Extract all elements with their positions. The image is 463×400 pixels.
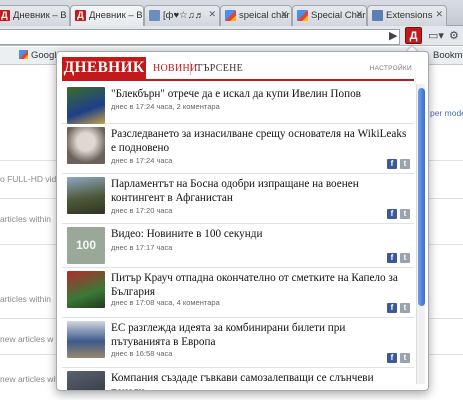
news-meta: днес в 16:58 часа bbox=[111, 349, 173, 358]
google-favicon-icon bbox=[19, 50, 28, 59]
dnevnik-favicon-icon: Д bbox=[75, 10, 86, 21]
dnevnik-favicon-icon: Д bbox=[0, 10, 10, 21]
news-thumbnail[interactable] bbox=[67, 371, 105, 390]
settings-link[interactable]: НАСТРОЙКИ bbox=[370, 65, 412, 72]
news-thumbnail[interactable] bbox=[67, 127, 105, 164]
tab-2[interactable]: [ф♥☆♫♬ ✕ bbox=[144, 5, 220, 26]
tab-search[interactable]: ТЪРСЕНЕ bbox=[196, 63, 243, 74]
tab-label: Extensions bbox=[386, 10, 433, 21]
twitter-icon[interactable]: t bbox=[400, 209, 410, 219]
news-item[interactable]: Разследването за изнасилване срещу основ… bbox=[62, 124, 414, 174]
background-text: new articles with bbox=[0, 374, 63, 384]
news-title[interactable]: Видео: Новините в 100 секунди bbox=[111, 227, 407, 241]
news-title[interactable]: ЕС разглежда идеята за комбинирани билет… bbox=[111, 321, 407, 349]
news-thumbnail[interactable]: 100 bbox=[67, 227, 105, 264]
close-icon[interactable]: ✕ bbox=[208, 9, 216, 20]
share-buttons: f t bbox=[387, 353, 411, 363]
twitter-icon[interactable]: t bbox=[400, 353, 410, 363]
tab-0[interactable]: Д Дневник – В bbox=[0, 5, 70, 26]
google-favicon-icon bbox=[225, 10, 236, 21]
address-bar[interactable] bbox=[0, 29, 400, 45]
extensions-favicon-icon bbox=[372, 10, 383, 21]
popup-scrollbar[interactable] bbox=[416, 84, 425, 384]
facebook-icon[interactable]: f bbox=[387, 353, 397, 363]
news-thumbnail[interactable] bbox=[67, 87, 105, 124]
nav-divider bbox=[190, 62, 191, 75]
news-item[interactable]: Питър Крауч отпадна окончателно от сметк… bbox=[62, 268, 414, 318]
page-favicon-icon bbox=[149, 10, 160, 21]
share-buttons: f t bbox=[387, 159, 411, 169]
news-thumbnail[interactable] bbox=[67, 177, 105, 214]
share-buttons: f t bbox=[387, 253, 411, 263]
google-favicon-icon bbox=[297, 10, 308, 21]
popup-header: ДНЕВНИК НОВИНИ ТЪРСЕНЕ НАСТРОЙКИ bbox=[62, 57, 414, 81]
close-icon[interactable]: ✕ bbox=[280, 9, 288, 20]
tab-5[interactable]: Extensions ✕ bbox=[367, 5, 447, 26]
wrench-icon[interactable]: ⚙ bbox=[449, 29, 459, 42]
news-title[interactable]: Питър Крауч отпадна окончателно от сметк… bbox=[111, 271, 407, 299]
tab-label: [ф♥☆♫♬ bbox=[163, 10, 205, 21]
news-meta: днес в 17:20 часа bbox=[111, 206, 173, 215]
close-icon[interactable]: ✕ bbox=[435, 9, 443, 20]
news-thumbnail[interactable] bbox=[67, 321, 105, 358]
background-link[interactable]: per mode bbox=[430, 108, 463, 118]
dnevnik-logo[interactable]: ДНЕВНИК bbox=[62, 57, 146, 79]
close-icon[interactable]: ✕ bbox=[355, 9, 363, 20]
facebook-icon[interactable]: f bbox=[387, 253, 397, 263]
twitter-icon[interactable]: t bbox=[400, 303, 410, 313]
background-text: articles within bbox=[0, 214, 52, 224]
tab-4[interactable]: Special Char ✕ bbox=[292, 5, 367, 26]
share-buttons: f t bbox=[387, 209, 411, 219]
news-thumbnail[interactable] bbox=[67, 271, 105, 308]
news-title[interactable]: Разследването за изнасилване срещу основ… bbox=[111, 127, 407, 155]
news-title[interactable]: Парламентът на Босна одобри изпращане на… bbox=[111, 177, 407, 205]
news-item[interactable]: Парламентът на Босна одобри изпращане на… bbox=[62, 174, 414, 224]
facebook-icon[interactable]: f bbox=[387, 303, 397, 313]
tab-1[interactable]: Д Дневник – В bbox=[70, 5, 144, 26]
dnevnik-extension-button[interactable]: Д bbox=[405, 27, 422, 44]
tab-label: Дневник – В bbox=[89, 10, 143, 21]
facebook-icon[interactable]: f bbox=[387, 159, 397, 169]
twitter-icon[interactable]: t bbox=[400, 253, 410, 263]
news-meta: днес в 17:17 часа bbox=[111, 243, 173, 252]
go-arrow-icon[interactable]: ▶ bbox=[389, 29, 397, 42]
background-text: new articles w bbox=[0, 334, 54, 344]
tab-label: Дневник – В bbox=[13, 10, 67, 21]
news-list: "Блекбърн" отрече да е искал да купи Иве… bbox=[62, 84, 414, 390]
twitter-icon[interactable]: t bbox=[400, 159, 410, 169]
browser-toolbar: ▶ Д ▭▾ ⚙ bbox=[0, 26, 463, 46]
scrollbar-thumb[interactable] bbox=[418, 88, 425, 306]
tab-3[interactable]: speical char ✕ bbox=[220, 5, 292, 26]
dnevnik-popup: ДНЕВНИК НОВИНИ ТЪРСЕНЕ НАСТРОЙКИ "Блекбъ… bbox=[56, 51, 429, 391]
news-item[interactable]: ЕС разглежда идеята за комбинирани билет… bbox=[62, 318, 414, 368]
news-meta: днес в 17:08 часа, 4 коментара bbox=[111, 298, 220, 307]
news-meta: днес в 17:24 часа bbox=[111, 156, 173, 165]
news-title[interactable]: Компания създаде гъвкави самозалепващи с… bbox=[111, 371, 407, 390]
share-buttons: f t bbox=[387, 303, 411, 313]
facebook-icon[interactable]: f bbox=[387, 209, 397, 219]
news-title[interactable]: "Блекбърн" отрече да е искал да купи Иве… bbox=[111, 87, 407, 101]
news-item[interactable]: "Блекбърн" отрече да е искал да купи Иве… bbox=[62, 84, 414, 124]
background-text: articles within bbox=[0, 294, 52, 304]
tab-strip: Д Дневник – В Д Дневник – В [ф♥☆♫♬ ✕ spe… bbox=[0, 0, 463, 26]
news-item[interactable]: 100 Видео: Новините в 100 секунди днес в… bbox=[62, 224, 414, 268]
other-bookmarks[interactable]: Bookma bbox=[433, 50, 463, 61]
news-meta: днес в 17:24 часа, 2 коментара bbox=[111, 102, 220, 111]
news-item[interactable]: Компания създаде гъвкави самозалепващи с… bbox=[62, 368, 414, 390]
page-menu-icon[interactable]: ▭▾ bbox=[428, 29, 444, 42]
